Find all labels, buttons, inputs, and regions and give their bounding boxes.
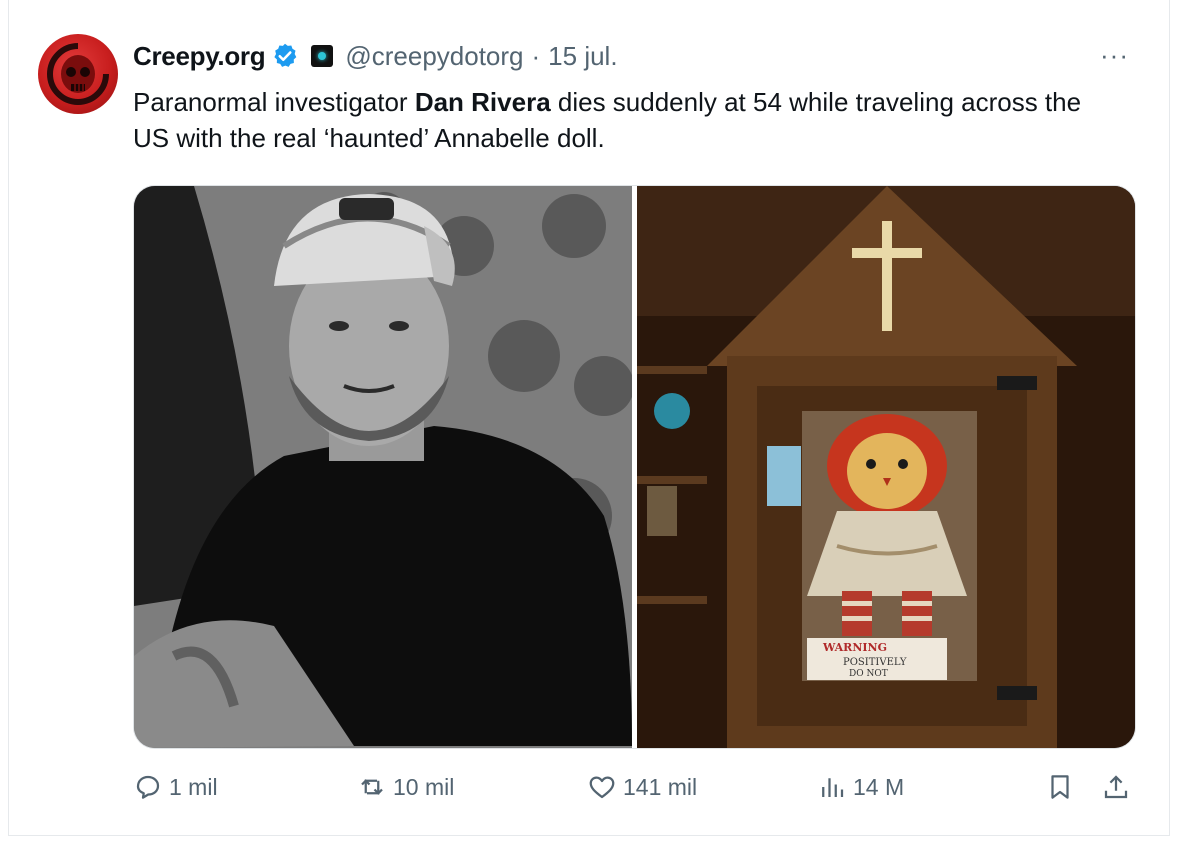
reply-icon xyxy=(136,775,160,799)
bookmark-button[interactable] xyxy=(1045,772,1075,802)
tweet-media: WARNING POSITIVELY DO NOT xyxy=(133,185,1136,749)
views-count: 14 M xyxy=(853,773,905,800)
warning-sign-line-1: WARNING xyxy=(822,641,887,654)
heart-icon xyxy=(589,776,615,799)
tweet-text-prefix: Paranormal investigator xyxy=(133,87,415,117)
tweet-text-bold: Dan Rivera xyxy=(414,87,551,117)
share-icon xyxy=(1104,775,1128,799)
tweet-text: Paranormal investigator Dan Rivera dies … xyxy=(133,84,1123,156)
author-handle[interactable]: @creepydotorg xyxy=(345,41,523,72)
tweet-header: Creepy.org @creepydotorg · 15 jul. xyxy=(133,36,618,76)
author-name[interactable]: Creepy.org xyxy=(133,41,266,72)
warning-sign-line-2: POSITIVELY xyxy=(843,657,907,668)
like-button[interactable]: 141 mil xyxy=(587,772,697,802)
affiliate-badge-icon[interactable] xyxy=(311,45,334,67)
photo-annabelle-doll[interactable]: WARNING POSITIVELY DO NOT xyxy=(637,186,1135,748)
warning-sign-line-3: DO NOT xyxy=(849,669,888,679)
like-count: 141 mil xyxy=(623,773,698,800)
repost-count: 10 mil xyxy=(393,773,455,800)
separator-dot: · xyxy=(531,40,541,71)
bookmark-icon xyxy=(1051,775,1069,799)
reply-button[interactable]: 1 mil xyxy=(133,772,218,802)
share-button[interactable] xyxy=(1101,772,1131,802)
divider xyxy=(8,835,1169,836)
repost-button[interactable]: 10 mil xyxy=(357,772,454,802)
repost-icon xyxy=(361,779,383,795)
views-button[interactable]: 14 M xyxy=(817,772,904,802)
skull-logo-icon xyxy=(47,43,109,105)
more-options-button[interactable]: ··· xyxy=(1100,40,1129,71)
reply-count: 1 mil xyxy=(169,773,218,800)
tweet-date[interactable]: 15 jul. xyxy=(548,41,617,72)
verified-badge-icon xyxy=(271,42,299,70)
photo-dan-rivera[interactable] xyxy=(134,186,632,748)
views-icon xyxy=(822,778,844,797)
avatar[interactable] xyxy=(38,34,118,114)
action-bar: 1 mil 10 mil 141 mil 14 M xyxy=(133,772,1133,812)
